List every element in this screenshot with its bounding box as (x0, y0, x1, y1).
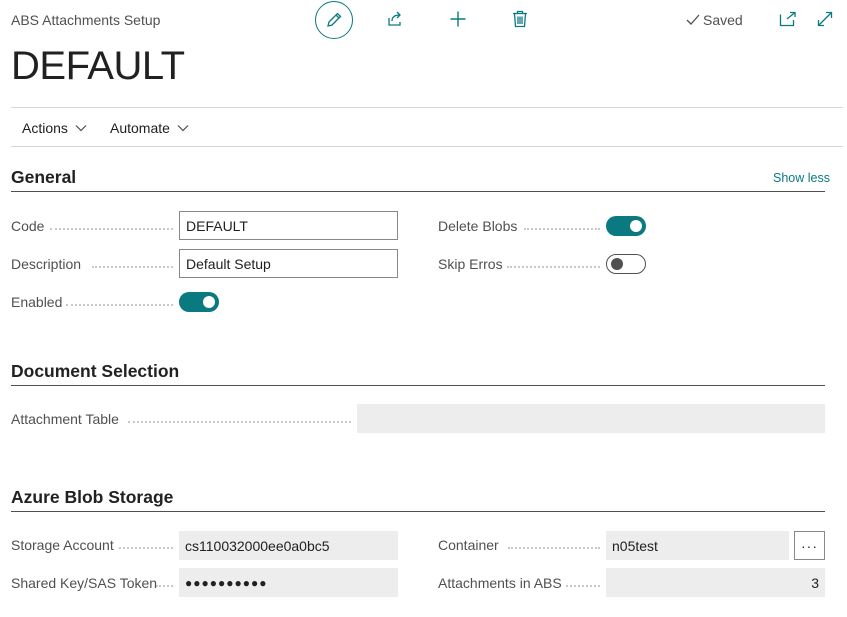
azure-blob-storage-section-title[interactable]: Azure Blob Storage (11, 487, 173, 508)
document-selection-divider (11, 385, 825, 386)
attachments-in-abs-field[interactable]: 3 (606, 568, 825, 597)
chevron-down-icon (75, 125, 87, 132)
description-label: Description (11, 256, 82, 272)
field-leader (92, 266, 173, 268)
field-leader (50, 228, 173, 230)
saved-label: Saved (703, 12, 743, 28)
automate-menu-label: Automate (110, 120, 170, 136)
toggle-knob (611, 258, 623, 270)
storage-account-label: Storage Account (11, 537, 114, 553)
field-leader (128, 421, 351, 423)
actionbar-divider (11, 146, 843, 147)
azure-blob-storage-divider (11, 511, 825, 512)
page-title: DEFAULT (11, 44, 185, 88)
edit-button[interactable] (315, 1, 353, 39)
saved-status: Saved (686, 12, 743, 28)
attachment-table-label: Attachment Table (11, 411, 119, 427)
code-field[interactable]: DEFAULT (179, 211, 398, 240)
add-icon (450, 11, 466, 27)
general-section-divider (11, 191, 825, 192)
delete-icon (513, 10, 527, 28)
header-divider (11, 107, 843, 108)
container-lookup-button[interactable]: ··· (794, 531, 825, 560)
actions-menu-label: Actions (22, 120, 68, 136)
delete-blobs-label: Delete Blobs (438, 218, 518, 234)
new-button[interactable] (447, 8, 469, 30)
container-label: Container (438, 537, 499, 553)
chevron-down-icon (177, 125, 189, 132)
share-icon (388, 11, 401, 26)
attachments-in-abs-label: Attachments in ABS (438, 575, 562, 591)
field-leader (508, 547, 600, 549)
document-selection-section-title[interactable]: Document Selection (11, 361, 179, 382)
storage-account-field[interactable]: cs110032000ee0a0bc5 (179, 531, 398, 560)
show-less-link[interactable]: Show less (773, 171, 830, 185)
expand-icon (817, 11, 833, 27)
actions-menu[interactable]: Actions (22, 120, 87, 136)
skip-erros-label: Skip Erros (438, 256, 503, 272)
code-label: Code (11, 218, 45, 234)
field-leader (66, 304, 173, 306)
toggle-knob (630, 220, 642, 232)
automate-menu[interactable]: Automate (110, 120, 189, 136)
field-leader (524, 228, 600, 230)
delete-blobs-toggle[interactable] (606, 216, 646, 236)
toggle-knob (203, 296, 215, 308)
general-section-title[interactable]: General (11, 167, 76, 188)
popout-icon (779, 11, 796, 27)
attachment-table-field[interactable] (357, 404, 825, 433)
delete-button[interactable] (509, 8, 531, 30)
shared-key-field[interactable]: ●●●●●●●●●● (179, 568, 398, 597)
container-field[interactable]: n05test (606, 531, 789, 560)
field-leader (156, 585, 173, 587)
check-icon (686, 14, 700, 25)
open-new-window-button[interactable] (778, 9, 798, 29)
page-caption: ABS Attachments Setup (11, 12, 161, 28)
enabled-label: Enabled (11, 294, 63, 310)
shared-key-label: Shared Key/SAS Token (11, 575, 158, 591)
edit-icon (327, 12, 342, 27)
field-leader (119, 547, 173, 549)
field-leader (507, 266, 600, 268)
description-field[interactable]: Default Setup (179, 249, 398, 278)
enabled-toggle[interactable] (179, 292, 219, 312)
skip-erros-toggle[interactable] (606, 254, 646, 274)
share-button[interactable] (384, 8, 406, 30)
expand-button[interactable] (815, 9, 835, 29)
field-leader (566, 585, 600, 587)
